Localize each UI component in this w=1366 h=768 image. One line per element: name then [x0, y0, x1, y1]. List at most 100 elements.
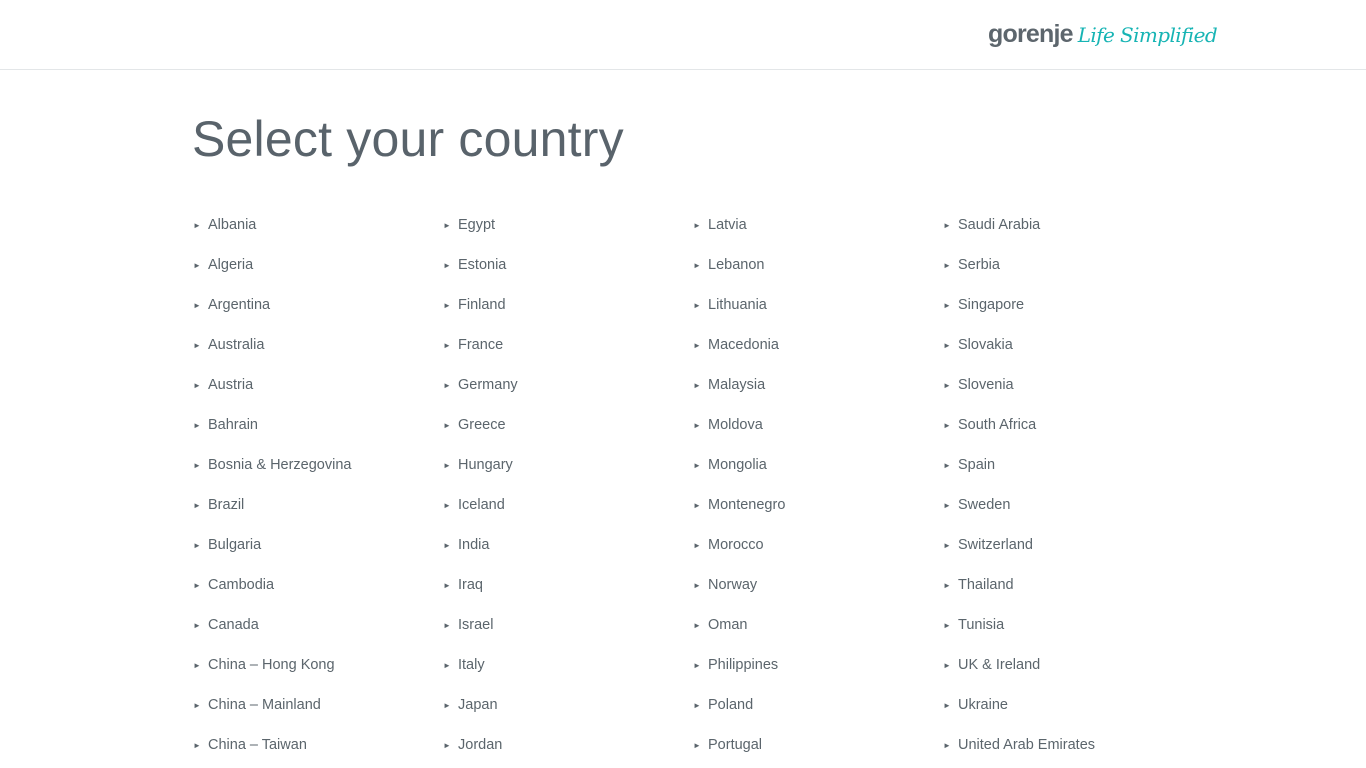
arrow-right-icon: ► [443, 341, 451, 350]
arrow-right-icon: ► [693, 381, 701, 390]
country-link[interactable]: ► France [443, 325, 693, 365]
country-link[interactable]: ► Slovakia [943, 325, 1193, 365]
country-column-4: ► Saudi Arabia ► Serbia ► Singapore ► Slovakia ►… [943, 205, 1193, 765]
country-label: Philippines [708, 657, 779, 673]
country-link[interactable]: ► India [443, 525, 693, 565]
country-link[interactable]: ► Israel [443, 605, 693, 645]
arrow-right-icon: ► [693, 541, 701, 550]
country-label: Finland [458, 297, 506, 313]
country-link[interactable]: ► Ukraine [943, 685, 1193, 725]
country-link[interactable]: ► Switzerland [943, 525, 1193, 565]
country-link[interactable]: ► Bosnia & Herzegovina [193, 445, 443, 485]
country-link[interactable]: ► Brazil [193, 485, 443, 525]
country-label: Portugal [708, 737, 763, 753]
country-link[interactable]: ► Portugal [693, 725, 943, 765]
country-link[interactable]: ► Greece [443, 405, 693, 445]
country-link[interactable]: ► Mongolia [693, 445, 943, 485]
country-link[interactable]: ► Egypt [443, 205, 693, 245]
country-link[interactable]: ► South Africa [943, 405, 1193, 445]
country-label: Latvia [708, 217, 747, 233]
country-link[interactable]: ► Japan [443, 685, 693, 725]
arrow-right-icon: ► [943, 461, 951, 470]
country-label: Albania [208, 217, 257, 233]
country-link[interactable]: ► Australia [193, 325, 443, 365]
country-label: Iraq [458, 577, 483, 593]
country-link[interactable]: ► Malaysia [693, 365, 943, 405]
country-link[interactable]: ► Algeria [193, 245, 443, 285]
country-link[interactable]: ► Bulgaria [193, 525, 443, 565]
arrow-right-icon: ► [693, 581, 701, 590]
arrow-right-icon: ► [693, 461, 701, 470]
country-link[interactable]: ► Norway [693, 565, 943, 605]
arrow-right-icon: ► [943, 421, 951, 430]
gorenje-logo[interactable]: gorenje Life Simplified [988, 20, 1218, 54]
country-label: China – Hong Kong [208, 657, 335, 673]
country-link[interactable]: ► Saudi Arabia [943, 205, 1193, 245]
country-label: Algeria [208, 257, 254, 273]
country-link[interactable]: ► Germany [443, 365, 693, 405]
country-link[interactable]: ► Philippines [693, 645, 943, 685]
country-label: Australia [208, 337, 265, 353]
country-label: Tunisia [958, 617, 1005, 633]
arrow-right-icon: ► [443, 621, 451, 630]
country-label: Bahrain [208, 417, 258, 433]
country-column-3: ► Latvia ► Lebanon ► Lithuania ► Macedonia ► Mala… [693, 205, 943, 765]
country-label: Slovenia [958, 377, 1014, 393]
page-title: Select your country [192, 111, 624, 167]
logo-brand-text: gorenje [988, 20, 1074, 48]
arrow-right-icon: ► [443, 381, 451, 390]
site-header: gorenje Life Simplified [0, 0, 1366, 70]
country-link[interactable]: ► Austria [193, 365, 443, 405]
country-link[interactable]: ► Lithuania [693, 285, 943, 325]
country-link[interactable]: ► Oman [693, 605, 943, 645]
arrow-right-icon: ► [943, 621, 951, 630]
country-link[interactable]: ► Montenegro [693, 485, 943, 525]
country-link[interactable]: ► Thailand [943, 565, 1193, 605]
country-link[interactable]: ► China – Taiwan [193, 725, 443, 765]
arrow-right-icon: ► [943, 381, 951, 390]
country-link[interactable]: ► UK & Ireland [943, 645, 1193, 685]
country-link[interactable]: ► Canada [193, 605, 443, 645]
country-label: Montenegro [708, 497, 786, 513]
country-label: Thailand [958, 577, 1014, 593]
country-link[interactable]: ► Cambodia [193, 565, 443, 605]
country-link[interactable]: ► Singapore [943, 285, 1193, 325]
country-link[interactable]: ► Serbia [943, 245, 1193, 285]
arrow-right-icon: ► [693, 661, 701, 670]
arrow-right-icon: ► [443, 661, 451, 670]
country-link[interactable]: ► Sweden [943, 485, 1193, 525]
country-link[interactable]: ► Latvia [693, 205, 943, 245]
country-label: Lebanon [708, 257, 765, 273]
country-link[interactable]: ► Spain [943, 445, 1193, 485]
country-link[interactable]: ► Argentina [193, 285, 443, 325]
country-link[interactable]: ► Tunisia [943, 605, 1193, 645]
country-label: China – Mainland [208, 697, 321, 713]
country-link[interactable]: ► Jordan [443, 725, 693, 765]
arrow-right-icon: ► [193, 661, 201, 670]
country-link[interactable]: ► Iraq [443, 565, 693, 605]
country-label: Brazil [208, 497, 245, 513]
country-label: Italy [458, 657, 485, 673]
country-link[interactable]: ► Albania [193, 205, 443, 245]
country-link[interactable]: ► Lebanon [693, 245, 943, 285]
country-link[interactable]: ► Morocco [693, 525, 943, 565]
arrow-right-icon: ► [443, 701, 451, 710]
country-link[interactable]: ► Macedonia [693, 325, 943, 365]
country-link[interactable]: ► Slovenia [943, 365, 1193, 405]
arrow-right-icon: ► [193, 261, 201, 270]
country-link[interactable]: ► Poland [693, 685, 943, 725]
arrow-right-icon: ► [693, 221, 701, 230]
country-link[interactable]: ► Finland [443, 285, 693, 325]
country-link[interactable]: ► United Arab Emirates [943, 725, 1193, 765]
country-label: Bosnia & Herzegovina [208, 457, 352, 473]
country-link[interactable]: ► Bahrain [193, 405, 443, 445]
country-link[interactable]: ► Moldova [693, 405, 943, 445]
country-link[interactable]: ► Hungary [443, 445, 693, 485]
country-label: Spain [958, 457, 996, 473]
country-link[interactable]: ► China – Mainland [193, 685, 443, 725]
country-link[interactable]: ► Italy [443, 645, 693, 685]
country-link[interactable]: ► Estonia [443, 245, 693, 285]
country-link[interactable]: ► Iceland [443, 485, 693, 525]
country-link[interactable]: ► China – Hong Kong [193, 645, 443, 685]
country-label: Moldova [708, 417, 763, 433]
